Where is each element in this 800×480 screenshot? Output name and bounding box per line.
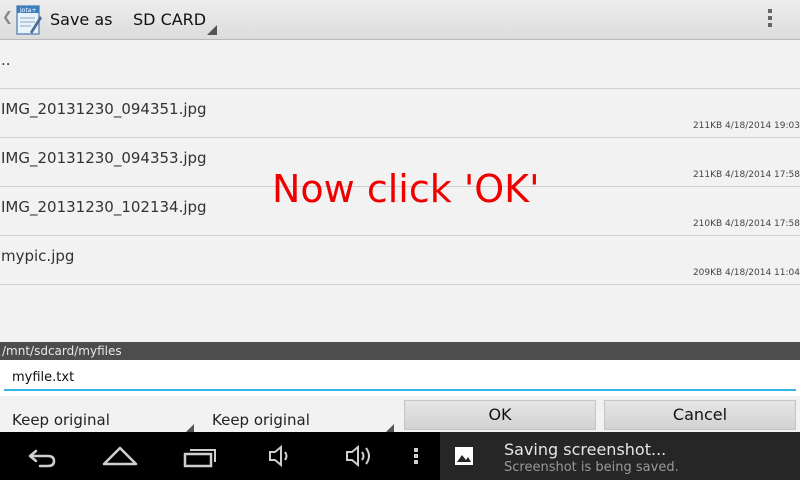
file-name: IMG_20131230_094353.jpg xyxy=(1,149,207,167)
page-title: Save as xyxy=(50,10,113,29)
back-icon[interactable] xyxy=(22,442,58,470)
list-item[interactable]: IMG_20131230_094351.jpg 211KB 4/18/2014 … xyxy=(0,89,800,138)
action-bar: ❮ Jota+ Save as SD CARD xyxy=(0,0,800,40)
list-item-parent[interactable]: .. xyxy=(0,40,800,89)
file-meta: 209KB 4/18/2014 11:04 xyxy=(692,268,800,278)
list-item[interactable]: mypic.jpg 209KB 4/18/2014 11:04 xyxy=(0,236,800,285)
ok-button[interactable]: OK xyxy=(404,400,596,430)
spinner-triangle-icon xyxy=(186,424,194,432)
current-path-bar: /mnt/sdcard/myfiles xyxy=(0,342,800,360)
notification-title: Saving screenshot... xyxy=(504,440,667,459)
file-name: IMG_20131230_094351.jpg xyxy=(1,100,207,118)
save-controls: Keep original Keep original OK Cancel xyxy=(0,396,800,432)
filename-row xyxy=(0,360,800,396)
menu-dots-icon[interactable] xyxy=(412,442,420,470)
encoding-spinner-label: Keep original xyxy=(12,411,110,429)
app-logo-icon[interactable]: Jota+ xyxy=(16,4,42,36)
up-caret-icon[interactable]: ❮ xyxy=(2,10,13,25)
home-icon[interactable] xyxy=(100,442,140,470)
app-logo-text: Jota+ xyxy=(19,7,37,14)
instruction-overlay: Now click 'OK' xyxy=(272,167,540,211)
overflow-menu-icon[interactable] xyxy=(766,9,774,33)
file-name: IMG_20131230_102134.jpg xyxy=(1,198,207,216)
linebreak-spinner[interactable]: Keep original xyxy=(200,396,398,432)
notification-subtitle: Screenshot is being saved. xyxy=(504,460,679,475)
system-nav-bar: Saving screenshot... Screenshot is being… xyxy=(0,432,800,480)
file-meta: 210KB 4/18/2014 17:58 xyxy=(692,219,800,229)
cancel-button[interactable]: Cancel xyxy=(604,400,796,430)
file-meta: 211KB 4/18/2014 17:58 xyxy=(692,170,800,180)
filename-input[interactable] xyxy=(4,365,796,391)
recent-apps-icon[interactable] xyxy=(182,442,218,470)
image-icon xyxy=(455,447,473,465)
storage-location-spinner[interactable]: SD CARD xyxy=(133,10,206,29)
volume-down-icon[interactable] xyxy=(266,442,294,470)
file-meta: 211KB 4/18/2014 19:03 xyxy=(692,121,800,131)
file-name: .. xyxy=(1,51,11,69)
spinner-triangle-icon xyxy=(207,25,217,35)
volume-up-icon[interactable] xyxy=(344,442,376,470)
encoding-spinner[interactable]: Keep original xyxy=(0,396,198,432)
file-name: mypic.jpg xyxy=(1,247,75,265)
current-path: /mnt/sdcard/myfiles xyxy=(2,344,122,358)
linebreak-spinner-label: Keep original xyxy=(212,411,310,429)
spinner-triangle-icon xyxy=(386,424,394,432)
notification-tray[interactable]: Saving screenshot... Screenshot is being… xyxy=(440,432,800,480)
